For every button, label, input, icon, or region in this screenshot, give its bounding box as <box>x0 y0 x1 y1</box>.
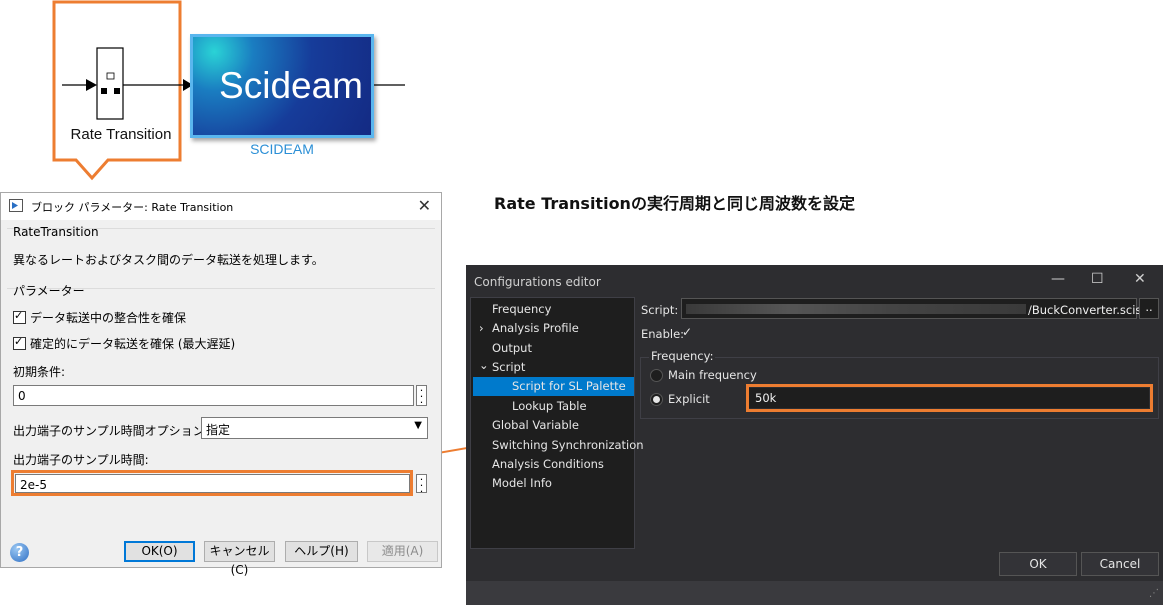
deterministic-checkbox-label: 確定的にデータ転送を確保 (最大遅延) <box>30 337 236 351</box>
tree-item-switching-synchronization[interactable]: Switching Synchronization <box>492 438 644 452</box>
rt-block-symbol-right <box>114 88 120 94</box>
settings-tree: Frequency › Analysis Profile Output ⌄ Sc… <box>470 297 644 549</box>
maximize-icon[interactable]: ☐ <box>1091 271 1104 287</box>
dialog-title: ブロック パラメーター: Rate Transition <box>31 201 234 214</box>
deterministic-checkbox[interactable] <box>13 335 26 350</box>
sample-time-option-label: 出力端子のサンプル時間オプション: <box>13 424 209 438</box>
script-path-input[interactable]: /BuckConverter.scislc <box>681 298 1151 319</box>
sample-time-option-select[interactable]: 指定 ▼ <box>201 417 428 439</box>
tree-item-script-for-sl-palette[interactable]: Script for SL Palette <box>512 379 626 393</box>
annotation-heading: Rate Transitionの実行周期と同じ周波数を設定 <box>494 194 855 213</box>
collapse-icon[interactable]: ⌄ <box>479 358 489 372</box>
chevron-down-icon: ▼ <box>414 420 422 431</box>
config-editor-title: Configurations editor <box>474 275 601 289</box>
close-icon[interactable]: ✕ <box>418 196 431 215</box>
block-type-label: RateTransition <box>13 225 99 239</box>
status-bar <box>466 581 1163 605</box>
close-icon[interactable]: ✕ <box>1134 271 1146 287</box>
tree-item-lookup-table[interactable]: Lookup Table <box>512 399 587 413</box>
initial-condition-more-icon[interactable]: · · · <box>416 385 427 408</box>
tree-item-script[interactable]: Script <box>492 360 525 374</box>
rate-transition-block <box>96 47 124 120</box>
enable-label: Enable: <box>641 327 685 341</box>
frequency-highlight <box>746 384 1153 412</box>
main-frequency-label: Main frequency <box>668 368 757 382</box>
rate-transition-label: Rate Transition <box>70 126 172 143</box>
tree-item-output[interactable]: Output <box>492 341 532 355</box>
resize-grip-icon[interactable]: ⋰ <box>1149 588 1159 599</box>
enable-checkbox[interactable]: ✓ <box>682 325 692 339</box>
minimize-icon[interactable]: — <box>1051 271 1065 287</box>
ok-button[interactable]: OK(O) <box>124 541 195 562</box>
apply-button[interactable]: 適用(A) <box>367 541 438 562</box>
consistency-checkbox[interactable] <box>13 309 26 324</box>
explicit-label: Explicit <box>668 392 710 406</box>
input-arrowhead <box>86 79 97 91</box>
expand-icon[interactable]: › <box>479 321 484 335</box>
help-button[interactable]: ヘルプ(H) <box>285 541 358 562</box>
config-cancel-button[interactable]: Cancel <box>1081 552 1159 576</box>
sample-time-highlight <box>11 470 413 496</box>
consistency-checkbox-label: データ転送中の整合性を確保 <box>30 311 187 325</box>
script-label: Script: <box>641 303 679 317</box>
tree-item-analysis-profile[interactable]: Analysis Profile <box>492 321 579 335</box>
config-ok-button[interactable]: OK <box>999 552 1077 576</box>
configurations-editor-window: Configurations editor — ☐ ✕ Frequency › … <box>466 265 1163 605</box>
explicit-radio[interactable] <box>650 393 663 406</box>
scideam-caption: SCIDEAM <box>250 141 314 157</box>
browse-button[interactable]: .. <box>1139 298 1159 319</box>
help-icon[interactable]: ? <box>10 543 29 562</box>
block-parameters-dialog: ブロック パラメーター: Rate Transition ✕ RateTrans… <box>0 192 442 577</box>
script-path-value: /BuckConverter.scislc <box>1028 303 1151 317</box>
blurred-path-icon <box>686 304 1026 314</box>
tree-item-frequency[interactable]: Frequency <box>492 302 551 316</box>
rt-block-symbol-left <box>101 88 107 94</box>
main-frequency-radio[interactable] <box>650 369 663 382</box>
sample-time-label: 出力端子のサンプル時間: <box>13 453 149 467</box>
scideam-block[interactable]: Scideam <box>190 34 374 138</box>
sample-time-more-icon[interactable]: · · · <box>416 474 427 497</box>
dialog-titlebar: ブロック パラメーター: Rate Transition ✕ <box>1 193 441 220</box>
rt-block-symbol-top <box>106 72 115 80</box>
tree-item-global-variable[interactable]: Global Variable <box>492 418 579 432</box>
block-description: 異なるレートおよびタスク間のデータ転送を処理します。 <box>13 253 324 267</box>
initial-condition-input[interactable]: 0 <box>13 385 414 406</box>
frequency-group-label: Frequency: <box>649 349 716 363</box>
initial-condition-label: 初期条件: <box>13 365 66 379</box>
cancel-button[interactable]: キャンセル(C) <box>204 541 275 577</box>
tree-item-model-info[interactable]: Model Info <box>492 476 552 490</box>
simulink-block-icon <box>9 199 23 212</box>
scideam-block-text: Scideam <box>219 65 363 106</box>
params-header: パラメーター <box>13 284 85 298</box>
sample-time-option-value: 指定 <box>206 423 231 437</box>
tree-item-analysis-conditions[interactable]: Analysis Conditions <box>492 457 604 471</box>
